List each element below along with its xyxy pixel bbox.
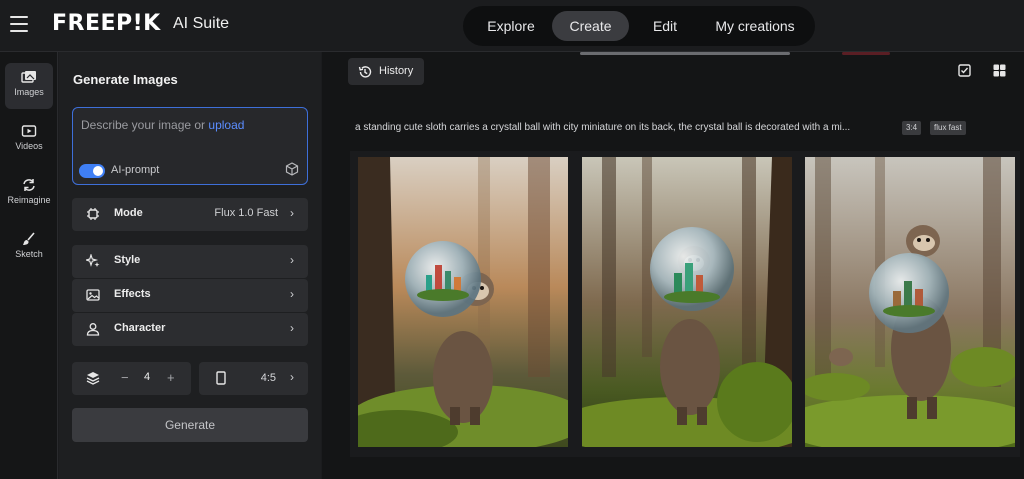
chevron-right-icon: › (290, 287, 294, 301)
video-icon (21, 125, 37, 137)
mode-value: Flux 1.0 Fast (214, 207, 278, 219)
effects-selector[interactable]: Effects › (72, 279, 308, 312)
images-icon (21, 71, 36, 83)
tab-explore[interactable]: Explore (473, 11, 549, 41)
panel-title: Generate Images (73, 72, 178, 87)
tab-my-creations[interactable]: My creations (703, 11, 807, 41)
brush-icon (23, 232, 35, 245)
tab-edit[interactable]: Edit (631, 11, 699, 41)
top-bar: FREEP!K AI Suite Explore Create Edit My … (0, 0, 1024, 52)
ai-prompt-label: AI-prompt (111, 164, 160, 176)
prompt-placeholder: Describe your image or upload (81, 118, 244, 132)
image-effects-icon (86, 289, 100, 301)
aspect-ratio-selector[interactable]: 4:5 › (199, 362, 308, 395)
style-selector[interactable]: Style › (72, 245, 308, 278)
sidebar-item-label: Videos (15, 141, 43, 151)
chevron-right-icon: › (290, 370, 294, 384)
character-selector[interactable]: Character › (72, 313, 308, 346)
image-count-stepper: − 4 + (72, 362, 191, 395)
sidebar-item-label: Reimagine (7, 195, 51, 205)
tab-create[interactable]: Create (552, 11, 629, 41)
refresh-icon (23, 179, 35, 191)
image-count-value: 4 (144, 371, 151, 383)
main-nav: Explore Create Edit My creations (463, 6, 815, 46)
history-button[interactable]: History (348, 58, 424, 85)
sidebar-item-videos[interactable]: Videos (5, 117, 53, 163)
scroll-preview-strip (580, 52, 790, 55)
cube-icon[interactable] (285, 162, 299, 176)
chevron-right-icon: › (290, 253, 294, 267)
upload-link[interactable]: upload (208, 118, 244, 132)
placeholder-text: Describe your image or (81, 118, 209, 132)
character-label: Character (114, 322, 166, 334)
scroll-preview-strip (842, 52, 890, 55)
user-icon (86, 323, 100, 336)
freepik-logo[interactable]: FREEP!K (52, 11, 161, 36)
chevron-right-icon: › (290, 206, 294, 220)
style-label: Style (114, 254, 141, 266)
sparkles-icon (86, 254, 100, 267)
layers-icon (86, 372, 100, 385)
ai-prompt-toggle[interactable] (79, 164, 105, 178)
menu-icon[interactable] (10, 16, 28, 32)
sidebar-item-label: Sketch (15, 249, 43, 259)
sidebar-item-label: Images (14, 87, 44, 97)
generated-image-2[interactable] (582, 157, 792, 447)
effects-label: Effects (114, 288, 151, 300)
image-gallery (350, 151, 1020, 457)
tool-sidebar: Images Videos Reimagine Sketch (0, 52, 58, 479)
sloth-image (805, 157, 1015, 447)
sidebar-item-images[interactable]: Images (5, 63, 53, 109)
mode-selector[interactable]: Mode Flux 1.0 Fast › (72, 198, 308, 231)
chevron-right-icon: › (290, 321, 294, 335)
grid-view-icon[interactable] (993, 64, 1006, 77)
history-label: History (379, 65, 414, 77)
history-icon (358, 66, 372, 78)
portrait-frame-icon (216, 371, 226, 385)
mode-label: Mode (114, 207, 143, 219)
aspect-ratio-value: 4:5 (260, 372, 276, 384)
sidebar-item-reimagine[interactable]: Reimagine (5, 171, 53, 217)
chip-icon (87, 208, 99, 220)
generate-button[interactable]: Generate (72, 408, 308, 442)
sidebar-item-sketch[interactable]: Sketch (5, 225, 53, 271)
sloth-image (582, 157, 792, 447)
increment-button[interactable]: + (167, 370, 175, 385)
select-checkbox-icon[interactable] (958, 64, 971, 77)
prompt-input[interactable]: Describe your image or upload AI-prompt (72, 107, 308, 185)
ratio-badge: 3:4 (902, 121, 922, 135)
generated-image-1[interactable] (358, 157, 568, 447)
ai-suite-label: AI Suite (173, 15, 230, 32)
results-area: History a standing cute sloth carries a … (322, 52, 1024, 479)
sloth-image (358, 157, 568, 447)
generate-panel: Generate Images Describe your image or u… (59, 52, 321, 479)
model-badge: flux fast (930, 121, 966, 135)
prompt-summary: a standing cute sloth carries a crystall… (355, 122, 851, 133)
decrement-button[interactable]: − (121, 370, 129, 385)
generated-image-3[interactable] (805, 157, 1015, 447)
